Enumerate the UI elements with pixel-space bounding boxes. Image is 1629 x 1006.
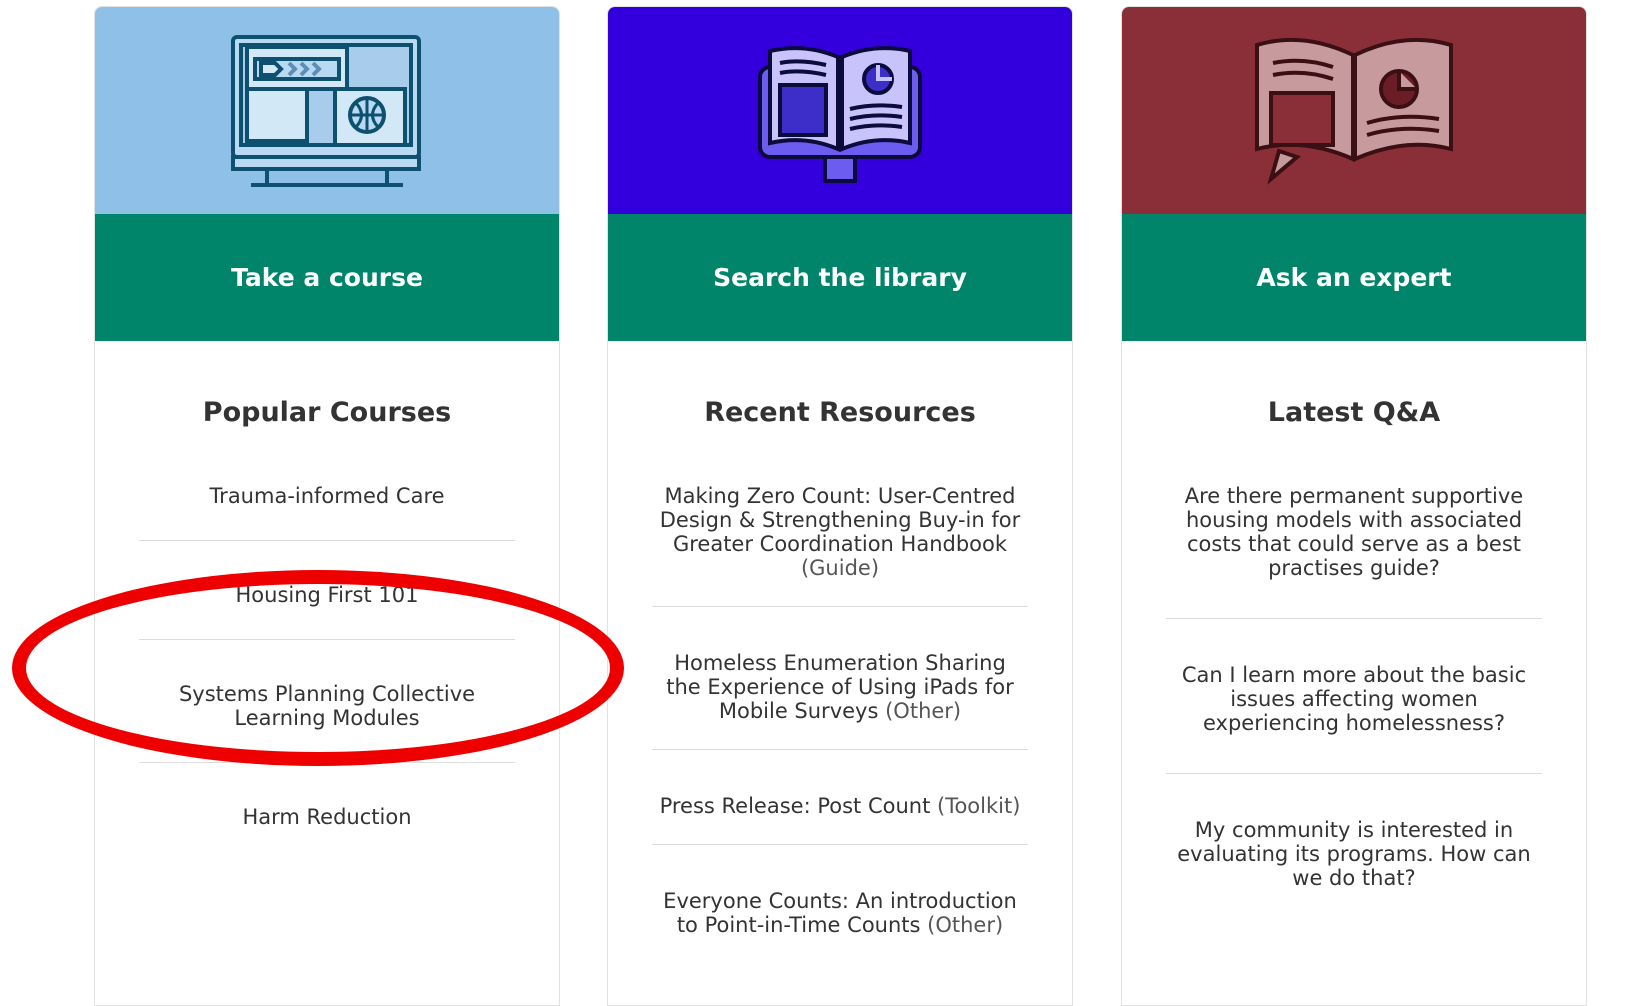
course-illustration bbox=[95, 7, 559, 214]
expert-card: Ask an expert Latest Q&A Are there perma… bbox=[1121, 6, 1587, 1006]
item-label: Systems Planning Collective Learning Mod… bbox=[178, 682, 476, 730]
item-label: Can I learn more about the basic issues … bbox=[1181, 663, 1527, 735]
list-item[interactable]: Homeless Enumeration Sharing the Experie… bbox=[652, 641, 1028, 750]
item-tag: (Toolkit) bbox=[937, 794, 1021, 818]
section-title: Latest Q&A bbox=[1267, 397, 1441, 428]
list-item[interactable]: Are there permanent supportive housing m… bbox=[1166, 474, 1542, 619]
item-label: Press Release: Post Count bbox=[659, 794, 931, 818]
list-item[interactable]: Making Zero Count: User-Centred Design &… bbox=[652, 474, 1028, 607]
list-item[interactable]: Housing First 101 bbox=[139, 573, 515, 640]
latest-qa-list: Are there permanent supportive housing m… bbox=[1166, 474, 1542, 928]
section-title: Recent Resources bbox=[704, 397, 976, 428]
section-title: Popular Courses bbox=[202, 397, 452, 428]
item-tag: (Other) bbox=[927, 913, 1004, 937]
list-item[interactable]: Can I learn more about the basic issues … bbox=[1166, 653, 1542, 774]
item-label: Trauma-informed Care bbox=[209, 484, 445, 508]
item-label: Making Zero Count: User-Centred Design &… bbox=[659, 484, 1021, 556]
search-library-button[interactable]: Search the library bbox=[608, 214, 1072, 341]
item-label: Homeless Enumeration Sharing the Experie… bbox=[666, 651, 1014, 723]
library-card: Search the library Recent Resources Maki… bbox=[607, 6, 1073, 1006]
ask-expert-button[interactable]: Ask an expert bbox=[1122, 214, 1586, 341]
item-label: Harm Reduction bbox=[242, 805, 412, 829]
list-item[interactable]: Press Release: Post Count (Toolkit) bbox=[652, 784, 1028, 845]
library-illustration bbox=[608, 7, 1072, 214]
recent-resources-list: Making Zero Count: User-Centred Design &… bbox=[652, 474, 1028, 963]
item-tag: (Other) bbox=[885, 699, 962, 723]
popular-courses-list: Trauma-informed Care Housing First 101 S… bbox=[139, 474, 515, 861]
course-card: Take a course Popular Courses Trauma-inf… bbox=[94, 6, 560, 1006]
list-item[interactable]: My community is interested in evaluating… bbox=[1166, 808, 1542, 928]
list-item[interactable]: Everyone Counts: An introduction to Poin… bbox=[652, 879, 1028, 963]
item-label: Are there permanent supportive housing m… bbox=[1184, 484, 1524, 580]
computer-screen-icon bbox=[231, 34, 421, 187]
take-course-button[interactable]: Take a course bbox=[95, 214, 559, 341]
book-on-monitor-icon bbox=[758, 45, 922, 183]
list-item[interactable]: Systems Planning Collective Learning Mod… bbox=[139, 672, 515, 763]
item-label: Housing First 101 bbox=[235, 583, 419, 607]
expert-illustration bbox=[1122, 7, 1586, 214]
list-item[interactable]: Trauma-informed Care bbox=[139, 474, 515, 541]
item-label: My community is interested in evaluating… bbox=[1177, 818, 1531, 890]
item-tag: (Guide) bbox=[800, 556, 880, 580]
list-item[interactable]: Harm Reduction bbox=[139, 795, 515, 861]
open-book-speech-icon bbox=[1255, 37, 1453, 185]
